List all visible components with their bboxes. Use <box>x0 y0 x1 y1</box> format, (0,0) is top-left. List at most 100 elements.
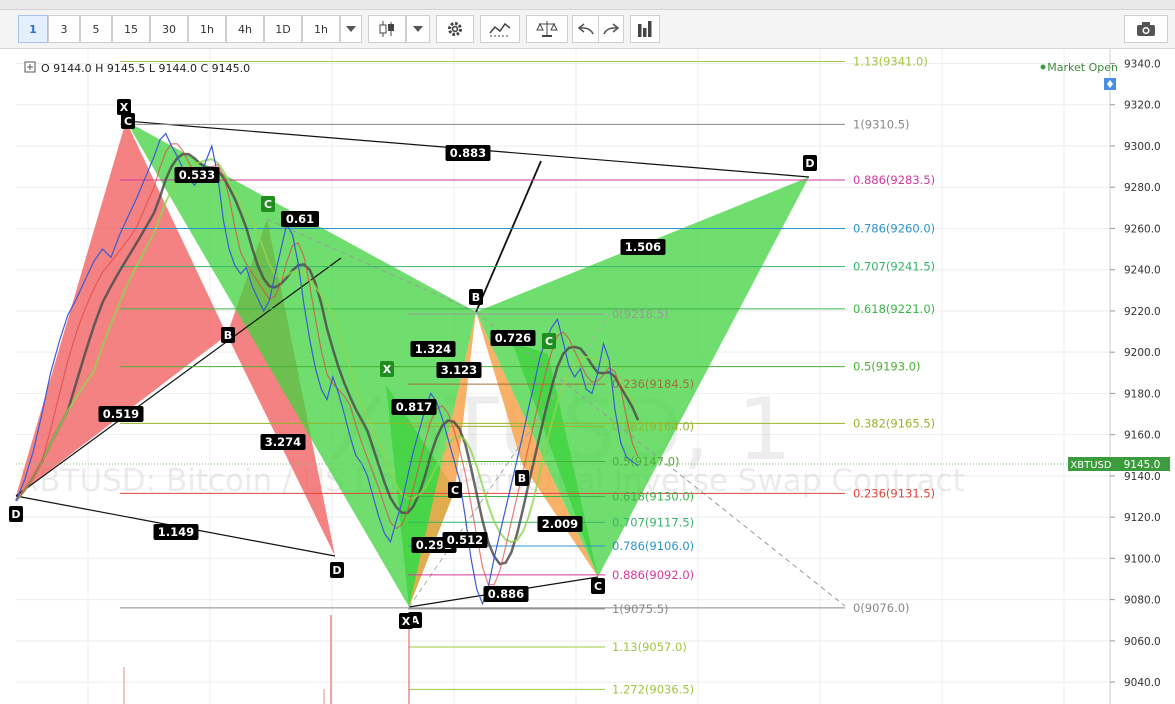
price-axis-tick-11: 9120.0 <box>1124 512 1161 524</box>
interval-1h-button[interactable]: 1h <box>188 15 226 43</box>
fib-label-2: 0.382(9164.0) <box>612 419 694 433</box>
chart-toolbar: 1 3 5 15 30 1h 4h 1D 1h <box>0 10 1175 49</box>
price-axis-tick-3: 9280.0 <box>1124 182 1161 194</box>
fib-label-7: 0.382(9165.5) <box>853 416 935 430</box>
price-axis-tick-4: 9260.0 <box>1124 223 1161 235</box>
price-axis-tick-13: 9080.0 <box>1124 595 1161 607</box>
point-label-5: B <box>472 291 480 304</box>
last-price-value: 9145.0 <box>1124 459 1161 471</box>
interval-custom-button[interactable]: 1h <box>302 15 340 43</box>
point-label-1: C <box>264 198 272 211</box>
settings-button[interactable] <box>436 15 474 43</box>
fib-label-6: 0.786(9106.0) <box>612 539 694 553</box>
ratio-label-3: 1.506 <box>625 240 661 254</box>
price-axis-tick-9: 9160.0 <box>1124 430 1161 442</box>
point-label-14: C <box>124 115 132 128</box>
compare-button[interactable] <box>526 15 568 43</box>
snapshot-button[interactable] <box>1124 15 1168 43</box>
interval-5m-button[interactable]: 5 <box>80 15 112 43</box>
ratio-label-14: 0.886 <box>488 587 524 601</box>
last-price-tag: XBTUSD 9145.0 <box>1068 457 1170 471</box>
fib-label-8: 0.236(9131.5) <box>853 486 935 500</box>
point-label-0: X <box>120 101 129 114</box>
fib-label-4: 0.618(9130.0) <box>612 490 694 504</box>
undo-icon <box>577 23 594 35</box>
ratio-label-7: 1.324 <box>415 342 451 356</box>
price-axis-tick-2: 9300.0 <box>1124 141 1161 153</box>
indicators-icon <box>489 22 511 37</box>
point-label-8: B <box>518 472 526 485</box>
fib-label-5: 0.707(9117.5) <box>612 515 694 529</box>
undo-button[interactable] <box>572 15 598 43</box>
price-axis-tick-5: 9240.0 <box>1124 265 1161 277</box>
point-label-9: C <box>594 580 602 593</box>
price-axis-tick-15: 9040.0 <box>1124 677 1161 689</box>
ratio-label-8: 3.123 <box>441 363 477 377</box>
point-label-13: D <box>11 508 20 521</box>
fib-label-3: 0.786(9260.0) <box>853 221 935 235</box>
price-axis-tick-10: 9140.0 <box>1124 471 1161 483</box>
fib-label-0: 1.13(9341.0) <box>853 54 928 68</box>
chart-area[interactable]: XBTUSD, 1 XBTUSD: Bitcoin / US Dollar Pe… <box>0 49 1175 704</box>
ratio-label-2: 0.61 <box>286 212 314 226</box>
price-axis-tick-1: 9320.0 <box>1124 100 1161 112</box>
bar-chart-icon <box>638 21 652 37</box>
fib-label-3: 0.5(9147.0) <box>612 454 680 468</box>
fib-label-10: 1.272(9036.5) <box>612 682 694 696</box>
fib-label-9: 0(9076.0) <box>853 601 910 615</box>
market-open-label: Market Open <box>1047 61 1118 74</box>
ratio-label-6: 1.149 <box>158 525 194 539</box>
fib-label-5: 0.618(9221.0) <box>853 302 935 316</box>
ohlc-legend: O 9144.0 H 9145.5 L 9144.0 C 9145.0 <box>24 61 250 75</box>
point-label-4: X <box>383 363 392 376</box>
fib-label-4: 0.707(9241.5) <box>853 260 935 274</box>
interval-30m-button[interactable]: 30 <box>150 15 188 43</box>
interval-1m-button[interactable]: 1 <box>18 15 48 43</box>
point-label-3: B <box>224 329 232 342</box>
chevron-down-icon <box>413 26 423 32</box>
ratio-label-12: 0.512 <box>447 533 483 547</box>
indicators-button[interactable] <box>480 15 520 43</box>
window-top-strip <box>0 0 1175 10</box>
point-label-2: D <box>332 564 341 577</box>
redo-button[interactable] <box>598 15 624 43</box>
ratio-label-0: 0.883 <box>450 146 486 160</box>
interval-dropdown-button[interactable] <box>340 15 362 43</box>
fib-label-0: 0(9218.5) <box>612 307 669 321</box>
fib-label-6: 0.5(9193.0) <box>853 360 921 374</box>
chart-style-dropdown[interactable] <box>406 15 430 43</box>
price-axis[interactable]: 9340.0 9320.0 9300.0 9280.0 9260.0 9240.0 9220… <box>1109 49 1175 704</box>
ohlc-values: O 9144.0 H 9145.5 L 9144.0 C 9145.0 <box>41 62 250 75</box>
ratio-label-5: 3.274 <box>265 435 301 449</box>
price-axis-tick-8: 9180.0 <box>1124 388 1161 400</box>
point-label-10: D <box>805 157 814 170</box>
redo-icon <box>603 23 619 35</box>
dropdown-chevron-icon <box>346 26 356 32</box>
camera-icon <box>1137 22 1155 36</box>
ratio-label-13: 2.009 <box>542 517 578 531</box>
price-axis-tick-14: 9060.0 <box>1124 636 1161 648</box>
data-window-button[interactable] <box>630 15 660 43</box>
fib-label-9: 1.13(9057.0) <box>612 640 687 654</box>
price-axis-tick-0: 9340.0 <box>1124 59 1161 71</box>
fib-label-8: 1(9075.5) <box>612 602 669 616</box>
fib-label-2: 0.886(9283.5) <box>853 173 935 187</box>
point-label-6: C <box>451 484 459 497</box>
price-axis-tick-6: 9220.0 <box>1124 306 1161 318</box>
gear-icon <box>448 22 462 36</box>
chart-style-button[interactable] <box>368 15 406 43</box>
point-label-7: C <box>545 335 553 348</box>
ratio-label-10: 0.726 <box>495 331 531 345</box>
price-axis-tick-12: 9100.0 <box>1124 553 1161 565</box>
interval-1d-button[interactable]: 1D <box>264 15 302 43</box>
symbol-tag: XBTUSD <box>1070 460 1111 471</box>
ratio-label-1: 0.533 <box>179 168 215 182</box>
interval-4h-button[interactable]: 4h <box>226 15 264 43</box>
candle-style-icon <box>379 21 394 37</box>
price-axis-tick-7: 9200.0 <box>1124 347 1161 359</box>
compare-scale-icon <box>536 21 558 37</box>
interval-15m-button[interactable]: 15 <box>112 15 150 43</box>
ratio-label-4: 0.519 <box>103 407 139 421</box>
interval-3m-button[interactable]: 3 <box>48 15 80 43</box>
point-label-12: X <box>402 615 411 628</box>
